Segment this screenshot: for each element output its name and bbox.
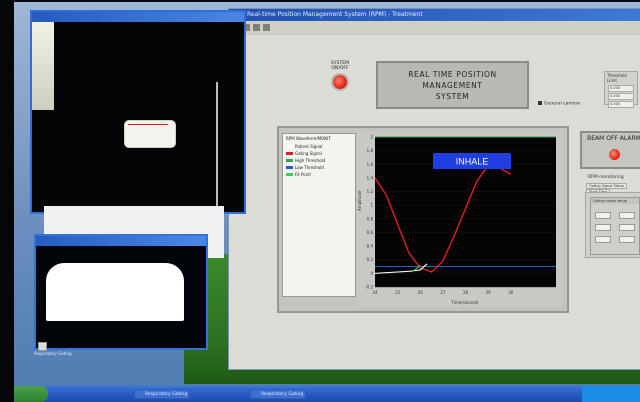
legend-item[interactable]: Patient Signal	[283, 143, 355, 150]
threshold-title: Threshold Limit	[607, 73, 627, 83]
segmented-silhouette	[46, 263, 184, 321]
system-title-line2: SYSTEM	[435, 91, 470, 101]
y-tick-label: 1.6	[367, 162, 374, 167]
general-camera-label: General camera	[544, 101, 581, 107]
segmentation-window-titlebar[interactable]	[36, 236, 206, 246]
camera-window	[30, 10, 246, 214]
legend-swatch	[286, 173, 293, 176]
threshold-value-2[interactable]: 0.000	[608, 93, 634, 100]
x-tick-label: 27	[440, 290, 446, 295]
setting-field[interactable]	[619, 224, 635, 231]
x-tick-label: 30	[508, 290, 514, 295]
x-tick-label: 26	[418, 290, 424, 295]
system-title-line1: REAL TIME POSITION MANAGEMENT	[408, 69, 497, 90]
legend-item[interactable]: Low Threshold	[283, 164, 355, 171]
desktop-screen: Real-time Position Management System (RP…	[14, 2, 640, 402]
waveform-graph: RPM Waveform/MONIT Patient Signal Gating…	[277, 126, 569, 313]
legend-header: RPM Waveform/MONIT	[286, 136, 331, 141]
setting-field[interactable]	[595, 236, 611, 243]
taskbar: Respiratory Gating Respiratory Gating	[14, 386, 640, 402]
legend-label: High Threshold	[295, 158, 326, 163]
setting-field[interactable]	[595, 212, 611, 219]
y-tick-label: 0.8	[367, 216, 374, 221]
scan-line	[216, 82, 218, 212]
x-tick-label: 28	[463, 290, 469, 295]
waveform-plot: 21.81.61.41.210.80.60.40.20-0.2 24 25 26 27…	[357, 131, 562, 307]
legend-swatch	[286, 166, 293, 169]
x-tick-label: 25	[395, 290, 401, 295]
legend-item[interactable]: High Threshold	[283, 157, 355, 164]
checkbox-icon	[538, 101, 542, 105]
desktop-shortcut-icon[interactable]	[38, 342, 47, 351]
general-camera-toggle[interactable]: General camera	[538, 101, 580, 107]
legend-label: Fit Point	[295, 172, 311, 177]
x-axis-label: Time(second)	[450, 300, 479, 305]
alarm-led-icon	[609, 149, 620, 160]
inhale-label: INHALE	[456, 157, 489, 167]
y-tick-label: 0.6	[367, 230, 374, 235]
legend-swatch	[286, 159, 293, 162]
legend-swatch	[286, 152, 293, 155]
y-tick-label: 1.8	[367, 148, 374, 153]
abort-icon[interactable]	[253, 24, 260, 31]
threshold-limit-box: Threshold Limit 0.000 0.000 0.000	[604, 71, 638, 108]
legend-swatch	[286, 145, 293, 148]
rpm-monitoring-label: RPM monitoring	[588, 175, 624, 180]
y-axis-label: Amplitude	[357, 190, 362, 211]
gating-setup-group: Gating signal setup	[590, 197, 640, 255]
legend-label: Gating Signal	[295, 151, 322, 156]
camera-window-titlebar[interactable]	[32, 12, 244, 22]
y-tick-label: -0.2	[365, 285, 373, 290]
system-title: REAL TIME POSITION MANAGEMENT SYSTEM	[376, 61, 529, 109]
roi-line	[128, 124, 168, 125]
camera-feed	[32, 22, 244, 212]
desktop-icon-label: Respiratory Gating	[34, 351, 72, 356]
x-tick-label: 24	[372, 290, 378, 295]
setting-field[interactable]	[619, 236, 635, 243]
pause-icon[interactable]	[263, 24, 270, 31]
threshold-value-1[interactable]: 0.000	[608, 85, 634, 92]
system-tray	[582, 386, 640, 402]
toolbar	[229, 21, 640, 36]
y-tick-label: 0.2	[367, 257, 374, 262]
y-tick-label: 1.2	[367, 189, 374, 194]
system-onoff-label: SYSTEM ON/OFF	[331, 61, 349, 71]
window-title: Real-time Position Management System (RP…	[229, 9, 640, 21]
setting-field[interactable]	[619, 212, 635, 219]
legend-label: Low Threshold	[295, 165, 324, 170]
gating-setup-title: Gating signal setup	[591, 198, 639, 204]
monitor-bezel	[0, 0, 14, 402]
segmentation-window	[34, 234, 208, 350]
taskbar-button-1[interactable]: Respiratory Gating	[134, 389, 190, 399]
room-light	[32, 22, 54, 110]
y-tick-label: 0.4	[367, 244, 374, 249]
x-tick-label: 29	[486, 290, 492, 295]
rpm-main-window: Real-time Position Management System (RP…	[228, 8, 640, 370]
beam-off-alarm: BEAM OFF ALARM	[580, 131, 640, 169]
rpm-settings-panel: Gating signal setup	[585, 192, 640, 258]
threshold-value-3[interactable]: 0.000	[608, 101, 634, 108]
graph-legend: RPM Waveform/MONIT Patient Signal Gating…	[282, 133, 356, 297]
y-tick-label: 1.4	[367, 175, 374, 180]
beam-off-label: BEAM OFF ALARM	[587, 135, 640, 142]
taskbar-button-2[interactable]: Respiratory Gating	[250, 389, 306, 399]
start-button[interactable]	[14, 386, 48, 402]
rpm-tabs: Gating Signal SetupStart Time	[586, 183, 640, 195]
legend-item[interactable]: Gating Signal	[283, 150, 355, 157]
setting-field[interactable]	[595, 224, 611, 231]
legend-label: Patient Signal	[295, 144, 323, 149]
legend-item[interactable]: Fit Point	[283, 171, 355, 178]
system-onoff-button[interactable]	[331, 73, 349, 91]
